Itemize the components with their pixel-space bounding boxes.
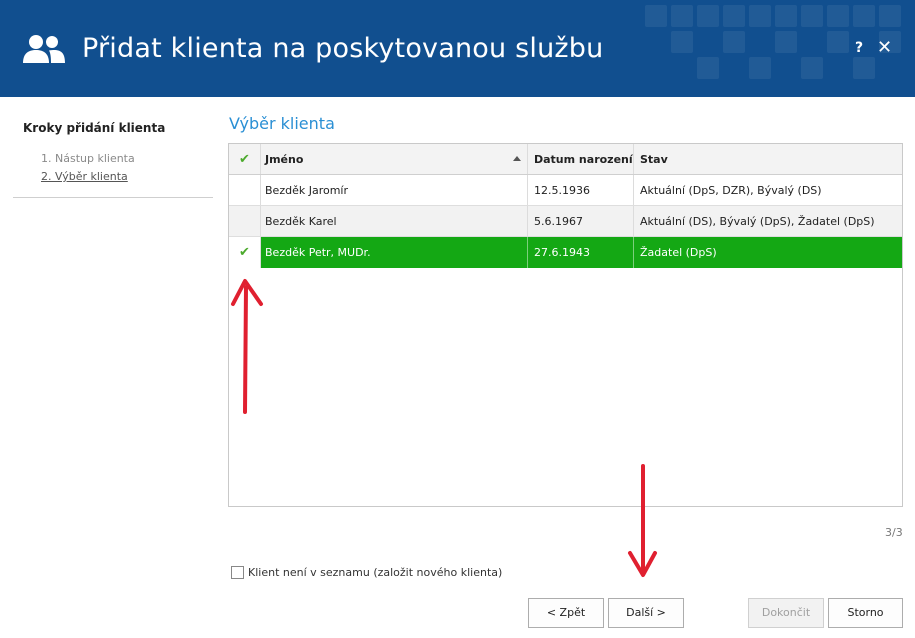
cell-status: Aktuální (DS), Bývalý (DpS), Žadatel (Dp… [640,215,875,228]
table-row[interactable]: Bezděk Jaromír 12.5.1936 Aktuální (DpS, … [229,175,902,206]
users-icon [23,35,65,63]
dialog-title: Přidat klienta na poskytovanou službu [82,33,604,64]
sort-ascending-icon [513,156,521,161]
new-client-label: Klient není v seznamu (založit nového kl… [248,566,503,579]
row-select-cell[interactable]: ✔ [229,237,261,268]
help-button[interactable]: ? [855,40,863,56]
table-header: ✔ Jméno Datum narození Stav [229,144,902,175]
pager-count: 3/3 [885,526,903,539]
cell-dob: 27.6.1943 [528,237,634,268]
row-select-cell[interactable] [229,175,261,205]
cell-name: Bezděk Karel [261,206,528,236]
cell-dob: 5.6.1967 [528,206,634,236]
table-row-selected[interactable]: ✔ Bezděk Petr, MUDr. 27.6.1943 Žadatel (… [229,237,902,268]
back-button[interactable]: < Zpět [528,598,604,628]
column-header-dob[interactable]: Datum narození [528,144,634,174]
table-row[interactable]: Bezděk Karel 5.6.1967 Aktuální (DS), Býv… [229,206,902,237]
new-client-option[interactable]: Klient není v seznamu (založit nového kl… [231,566,502,579]
header-select-cell[interactable]: ✔ [229,144,261,174]
cell-status: Žadatel (DpS) [640,246,717,259]
dialog-header: Přidat klienta na poskytovanou službu ? … [0,0,915,97]
cancel-button[interactable]: Storno [828,598,903,628]
section-title: Výběr klienta [229,114,335,133]
row-select-cell[interactable] [229,206,261,236]
check-icon: ✔ [239,152,250,167]
close-button[interactable]: ✕ [877,37,892,58]
cell-dob: 12.5.1936 [528,175,634,205]
check-icon: ✔ [239,245,250,260]
cell-name: Bezděk Petr, MUDr. [261,237,528,268]
finish-button[interactable]: Dokončit [748,598,824,628]
new-client-checkbox[interactable] [231,566,244,579]
steps-heading: Kroky přidání klienta [23,121,166,135]
column-header-name[interactable]: Jméno [261,144,528,174]
sidebar-divider [13,197,213,198]
cell-name: Bezděk Jaromír [261,175,528,205]
step-select-client[interactable]: 2. Výběr klienta [41,170,128,183]
step-entry: 1. Nástup klienta [41,152,135,165]
next-button[interactable]: Další > [608,598,684,628]
cell-status: Aktuální (DpS, DZR), Bývalý (DS) [640,184,822,197]
column-header-status[interactable]: Stav [634,144,902,174]
client-table: ✔ Jméno Datum narození Stav Bezděk Jarom… [228,143,903,507]
column-header-name-label: Jméno [265,153,304,166]
